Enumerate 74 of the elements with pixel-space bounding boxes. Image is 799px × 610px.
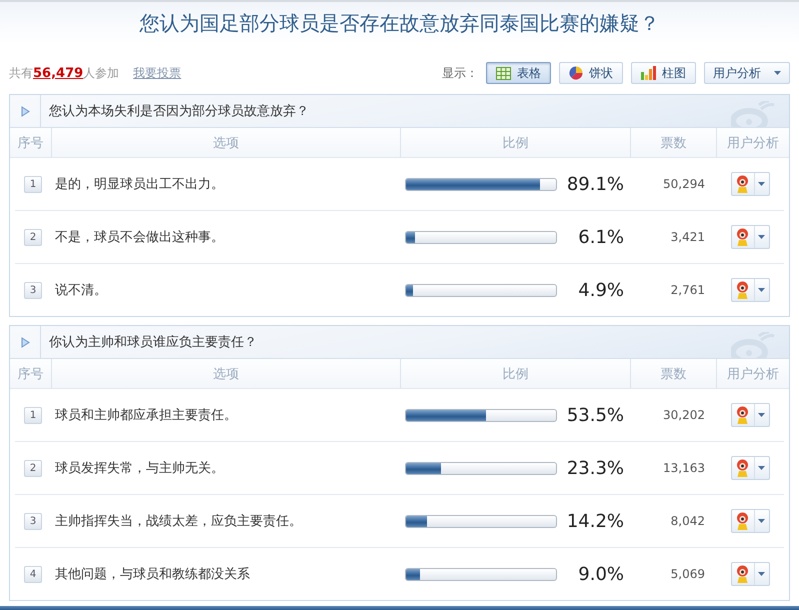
user-analysis-button[interactable]: [730, 509, 770, 533]
option-text: 是的，明显球员出工不出力。: [54, 176, 224, 193]
caret-icon: [774, 71, 781, 75]
option-text: 不是，球员不会做出这种事。: [54, 229, 224, 246]
option-text: 球员和主帅都应承担主要责任。: [54, 407, 237, 424]
view-button[interactable]: 饼状: [559, 62, 623, 84]
percent-text: 53.5%: [566, 404, 624, 426]
mascot-icon: [736, 406, 749, 424]
caret-icon: [758, 288, 765, 292]
vote-count: 3,421: [670, 230, 706, 244]
percent-text: 14.2%: [566, 510, 624, 532]
column-header: 选项: [51, 359, 400, 388]
column-header: 比例: [400, 128, 630, 157]
percent-text: 23.3%: [566, 458, 624, 478]
option-text: 其他问题，与球员和教练都没关系: [54, 566, 250, 583]
user-analysis-button[interactable]: [730, 172, 770, 196]
percent-text: 6.1%: [577, 226, 624, 248]
mascot-icon: [736, 459, 749, 477]
mascot-icon: [736, 565, 749, 583]
vote-count: 5,069: [670, 567, 706, 581]
section-title: 您认为本场失利是否因为部分球员故意放弃？: [48, 103, 310, 120]
vote-count: 2,761: [670, 283, 706, 297]
index-number: 1: [24, 176, 42, 192]
display-label: 显示：: [442, 64, 478, 82]
caret-icon: [758, 182, 765, 186]
percent-text: 4.9%: [577, 280, 624, 300]
user-analysis-button[interactable]: [730, 562, 770, 586]
column-header: 序号: [16, 134, 44, 152]
caret-icon: [758, 235, 765, 239]
pie-chart-icon: [569, 66, 583, 80]
index-number: 3: [24, 282, 42, 298]
triangle-icon: [20, 106, 30, 116]
column-header: 选项: [51, 128, 400, 157]
view-button[interactable]: 表格: [486, 62, 551, 84]
percent-text: 89.1%: [566, 174, 624, 194]
column-header: 比例: [400, 359, 630, 388]
percent-text: 9.0%: [577, 564, 624, 584]
option-text: 主帅指挥失当，战绩太差，应负主要责任。: [54, 513, 302, 530]
caret-icon: [758, 572, 765, 576]
view-button[interactable]: 柱图: [631, 62, 696, 84]
column-header: 用户分析: [716, 359, 789, 388]
index-number: 1: [24, 406, 42, 424]
column-header: 用户分析: [716, 128, 789, 157]
vote-count: 50,294: [663, 177, 706, 191]
vote-count: 13,163: [663, 461, 706, 475]
option-text: 球员发挥失常，与主帅无关。: [54, 460, 224, 477]
user-analysis-button[interactable]: [730, 403, 770, 427]
mascot-icon: [736, 228, 749, 246]
index-number: 4: [24, 566, 42, 582]
index-number: 2: [24, 228, 42, 246]
column-header: 序号: [16, 366, 44, 384]
mascot-icon: [736, 512, 749, 530]
table-icon: [496, 66, 511, 80]
mascot-icon: [736, 281, 749, 299]
user-analysis-dropdown[interactable]: 用户分析: [704, 62, 790, 84]
poll-title: 您认为国足部分球员是否存在故意放弃同泰国比赛的嫌疑？: [140, 10, 660, 36]
caret-icon: [758, 466, 765, 470]
section-title: 你认为主帅和球员谁应负主要责任？: [48, 334, 258, 351]
user-analysis-button[interactable]: [730, 456, 770, 480]
triangle-icon: [20, 336, 30, 348]
vote-count: 8,042: [670, 514, 706, 528]
index-number: 3: [24, 512, 42, 530]
bar-chart-icon: [641, 66, 656, 80]
participant-count-text: 共有56,479人参加: [9, 64, 120, 82]
user-analysis-button[interactable]: [730, 225, 770, 249]
option-text: 说不清。: [54, 282, 107, 299]
column-header: 票数: [630, 128, 716, 157]
user-analysis-button[interactable]: [730, 278, 770, 302]
index-number: 2: [24, 460, 42, 476]
column-header: 票数: [630, 359, 716, 388]
mascot-icon: [736, 175, 749, 193]
vote-count: 30,202: [663, 408, 706, 422]
caret-icon: [758, 413, 765, 417]
caret-icon: [758, 519, 765, 523]
